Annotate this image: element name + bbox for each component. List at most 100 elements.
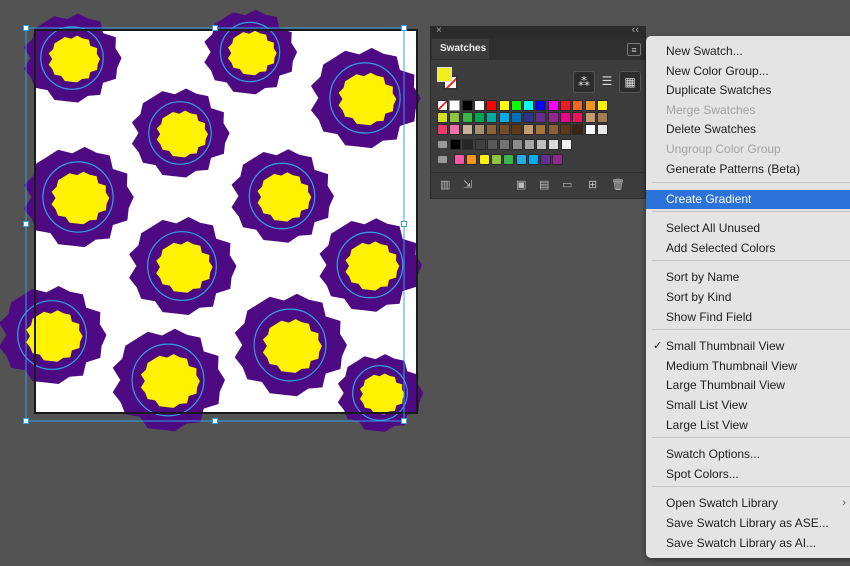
swatch-none[interactable]: [437, 100, 448, 111]
color-group-folder-icon[interactable]: [438, 156, 447, 163]
new-color-group-icon[interactable]: ▭: [562, 178, 572, 191]
swatch[interactable]: [547, 100, 559, 111]
swatch[interactable]: [596, 112, 608, 123]
swatch[interactable]: [486, 112, 498, 123]
bounding-box-handle[interactable]: [23, 221, 29, 227]
swatch[interactable]: [449, 112, 461, 123]
swatch-registration[interactable]: [449, 100, 461, 111]
swatch[interactable]: [454, 154, 465, 165]
bounding-box-handle[interactable]: [401, 221, 407, 227]
fill-stroke-indicator[interactable]: [437, 67, 459, 91]
swatch[interactable]: [486, 139, 498, 150]
bounding-box-handle[interactable]: [212, 25, 218, 31]
menu-item-new-color-group[interactable]: New Color Group...: [646, 62, 850, 81]
menu-item-save-swatch-library-as-ase[interactable]: Save Swatch Library as ASE...: [646, 514, 850, 533]
menu-item-add-selected-colors[interactable]: Add Selected Colors: [646, 239, 850, 258]
swatch[interactable]: [535, 112, 547, 123]
bounding-box-handle[interactable]: [23, 25, 29, 31]
menu-item-open-swatch-library[interactable]: Open Swatch Library ›: [646, 494, 850, 513]
swatch[interactable]: [466, 154, 478, 165]
bounding-box-handle[interactable]: [23, 418, 29, 424]
swatch[interactable]: [523, 112, 535, 123]
swatch[interactable]: [523, 124, 535, 135]
swatch[interactable]: [596, 124, 608, 135]
bounding-box-handle[interactable]: [212, 418, 218, 424]
swatch[interactable]: [498, 100, 510, 111]
fill-swatch[interactable]: [437, 67, 452, 82]
swatch[interactable]: [572, 112, 584, 123]
swatch[interactable]: [596, 100, 608, 111]
swatch[interactable]: [498, 124, 510, 135]
artboard-canvas[interactable]: [0, 0, 430, 450]
swatch[interactable]: [535, 100, 547, 111]
bounding-box-handle[interactable]: [401, 25, 407, 31]
swatch[interactable]: [584, 100, 596, 111]
menu-item-large-thumbnail-view[interactable]: Large Thumbnail View: [646, 376, 850, 395]
panel-menu-icon[interactable]: ≡: [627, 43, 641, 56]
swatch[interactable]: [527, 154, 539, 165]
swatch[interactable]: [473, 124, 485, 135]
close-icon[interactable]: ×: [436, 25, 442, 36]
menu-item-save-swatch-library-as-ai[interactable]: Save Swatch Library as AI...: [646, 534, 850, 553]
swatch[interactable]: [523, 100, 535, 111]
swatch[interactable]: [437, 124, 448, 135]
menu-item-small-list-view[interactable]: Small List View: [646, 396, 850, 415]
swatch-libraries-icon[interactable]: ▥: [440, 178, 450, 191]
swatch[interactable]: [486, 124, 498, 135]
swatch[interactable]: [450, 139, 461, 150]
swatch[interactable]: [535, 124, 547, 135]
menu-item-duplicate-swatches[interactable]: Duplicate Swatches: [646, 81, 850, 100]
swatch[interactable]: [498, 112, 510, 123]
bounding-box-handle[interactable]: [401, 418, 407, 424]
new-swatch-icon[interactable]: ⊞: [588, 178, 597, 191]
swatch[interactable]: [499, 139, 511, 150]
swatch[interactable]: [560, 100, 571, 111]
show-kinds-menu-icon[interactable]: ▣: [516, 178, 526, 191]
swatch[interactable]: [462, 139, 474, 150]
menu-item-delete-swatches[interactable]: Delete Swatches: [646, 120, 850, 139]
swatch[interactable]: [572, 124, 584, 135]
menu-item-show-find-field[interactable]: Show Find Field: [646, 308, 850, 327]
swatch[interactable]: [474, 139, 486, 150]
delete-swatch-icon[interactable]: 🗑: [611, 178, 625, 191]
panel-titlebar[interactable]: × ‹‹: [431, 24, 645, 38]
swatch[interactable]: [511, 139, 523, 150]
swatch[interactable]: [473, 100, 485, 111]
swatch[interactable]: [461, 124, 473, 135]
swatch[interactable]: [437, 112, 448, 123]
swatch[interactable]: [461, 100, 473, 111]
swatch[interactable]: [486, 100, 498, 111]
swatch[interactable]: [548, 139, 560, 150]
menu-item-new-swatch[interactable]: New Swatch...: [646, 42, 850, 61]
menu-item-swatch-options[interactable]: Swatch Options...: [646, 445, 850, 464]
show-swatch-kinds-icon[interactable]: ⁂: [573, 71, 595, 93]
list-view-icon[interactable]: ☰: [597, 71, 617, 91]
menu-item-sort-by-kind[interactable]: Sort by Kind: [646, 288, 850, 307]
swatch-options-icon[interactable]: ▤: [539, 178, 549, 191]
swatch[interactable]: [584, 112, 596, 123]
swatch[interactable]: [560, 139, 572, 150]
swatch[interactable]: [560, 112, 571, 123]
swatch[interactable]: [449, 124, 461, 135]
menu-item-create-gradient[interactable]: Create Gradient: [646, 190, 850, 209]
swatch[interactable]: [552, 154, 564, 165]
menu-item-select-all-unused[interactable]: Select All Unused: [646, 219, 850, 238]
menu-item-generate-patterns-beta[interactable]: Generate Patterns (Beta): [646, 160, 850, 179]
thumbnail-view-icon[interactable]: ▦: [619, 71, 641, 93]
swatch[interactable]: [510, 112, 522, 123]
swatch[interactable]: [584, 124, 596, 135]
swatch[interactable]: [547, 112, 559, 123]
tab-swatches[interactable]: Swatches: [432, 39, 489, 59]
swatch[interactable]: [547, 124, 559, 135]
swatch[interactable]: [510, 100, 522, 111]
menu-item-sort-by-name[interactable]: Sort by Name: [646, 268, 850, 287]
swatch[interactable]: [478, 154, 490, 165]
collapse-icon[interactable]: ‹‹: [632, 24, 639, 36]
swatch[interactable]: [473, 112, 485, 123]
menu-item-medium-thumbnail-view[interactable]: Medium Thumbnail View: [646, 357, 850, 376]
menu-item-large-list-view[interactable]: Large List View: [646, 416, 850, 435]
swatch[interactable]: [461, 112, 473, 123]
swatch[interactable]: [523, 139, 535, 150]
swatch[interactable]: [560, 124, 571, 135]
place-swatches-icon[interactable]: ⇲: [463, 178, 472, 191]
